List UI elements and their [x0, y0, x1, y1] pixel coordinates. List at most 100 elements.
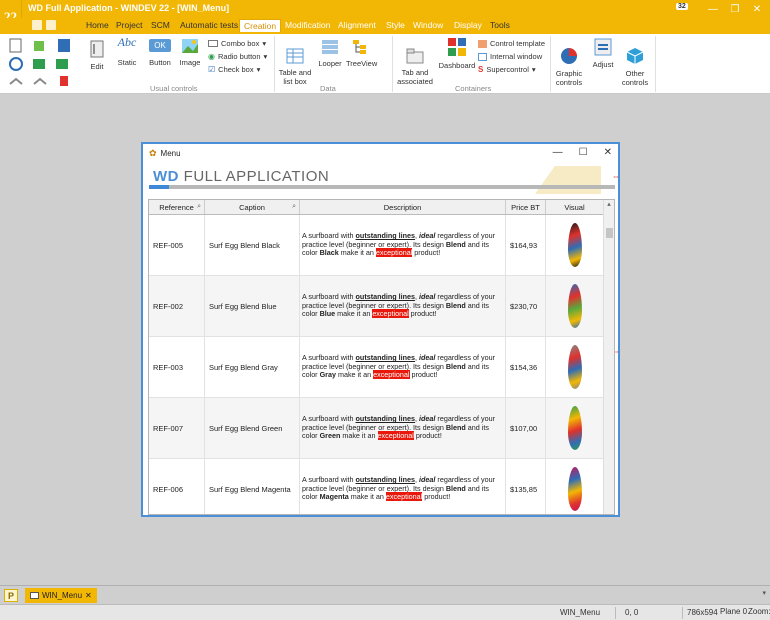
- close-icon[interactable]: ✕: [604, 147, 612, 158]
- col-caption[interactable]: Caption ⌕: [205, 200, 300, 214]
- window-menu-icon: ✿: [149, 148, 157, 158]
- new-icons[interactable]: [8, 38, 76, 88]
- status-window: WIN_Menu: [560, 608, 601, 617]
- check-box-button[interactable]: ☑ Check box ▾: [208, 65, 260, 74]
- restore-icon[interactable]: ❐: [724, 0, 746, 18]
- tab-automatic-tests[interactable]: Automatic tests: [180, 20, 238, 30]
- table-row[interactable]: REF-007 Surf Egg Blend Green A surfboard…: [149, 398, 604, 459]
- search-icon[interactable]: ⌕: [197, 203, 201, 211]
- desc-exceptional: exceptional: [377, 431, 414, 441]
- scroll-thumb[interactable]: [606, 228, 613, 238]
- desc-exceptional: exceptional: [385, 492, 423, 502]
- table-row[interactable]: REF-002 Surf Egg Blend Blue A surfboard …: [149, 276, 604, 337]
- dashboard-button[interactable]: Dashboard: [438, 37, 476, 70]
- col-price[interactable]: Price BT: [506, 200, 546, 214]
- desc-color: Black: [319, 248, 339, 258]
- tab-creation[interactable]: Creation: [239, 19, 282, 32]
- maximize-icon[interactable]: ☐: [579, 147, 588, 158]
- cell-caption: Surf Egg Blend Magenta: [205, 459, 300, 514]
- desc-text: product!: [413, 431, 442, 441]
- tab-project[interactable]: Project: [116, 20, 142, 30]
- looper-icon: [322, 40, 338, 54]
- treeview-button[interactable]: TreeView: [346, 39, 378, 68]
- table-listbox-button[interactable]: Table and list box: [278, 39, 312, 95]
- edit-button[interactable]: Edit: [86, 40, 108, 71]
- scroll-up-icon[interactable]: ▴: [604, 200, 614, 208]
- control-template-button[interactable]: Control template: [478, 39, 545, 48]
- tab-window[interactable]: Window: [413, 20, 443, 30]
- app-name: WD FULL APPLICATION: [153, 168, 329, 185]
- tab-display[interactable]: Display: [454, 20, 482, 30]
- tab-modification[interactable]: Modification: [285, 20, 330, 30]
- table-rows: REF-005 Surf Egg Blend Black A surfboard…: [149, 215, 604, 514]
- table-row[interactable]: REF-006 Surf Egg Blend Magenta A surfboa…: [149, 459, 604, 514]
- separator: [550, 36, 551, 92]
- desc-color: Blue: [319, 309, 336, 319]
- window-controls: — ❐ ✕: [702, 0, 768, 18]
- separator: [274, 36, 275, 92]
- table-scrollbar[interactable]: ▴: [603, 200, 614, 514]
- search-icon[interactable]: ⌕: [292, 203, 296, 211]
- status-bar: WIN_Menu 0, 0 786x594: [0, 604, 770, 620]
- save-icon[interactable]: [32, 20, 42, 30]
- desc-text: make it an: [340, 431, 378, 441]
- win-menu-window[interactable]: ✿ Menu — ☐ ✕ WD FULL APPLICATION ⇔ ⇔ ⇕ R…: [141, 142, 620, 517]
- other-controls-button[interactable]: Other controls: [620, 38, 650, 96]
- minimize-icon[interactable]: —: [702, 0, 724, 18]
- desc-text: make it an: [348, 492, 386, 502]
- internal-window-icon: [478, 52, 487, 61]
- cell-description: A surfboard with outstanding lines, idea…: [300, 337, 506, 397]
- doc-tab-win-menu[interactable]: WIN_Menu ✕: [25, 588, 97, 603]
- close-icon[interactable]: ✕: [746, 0, 768, 18]
- tab-alignment[interactable]: Alignment: [338, 20, 376, 30]
- project-icon[interactable]: P: [4, 589, 18, 602]
- adjust-button[interactable]: Adjust: [589, 38, 617, 69]
- surfboard-image: [567, 223, 582, 267]
- graphic-label: Graphic controls: [555, 69, 583, 87]
- static-button[interactable]: Abc Static: [114, 36, 140, 67]
- col-price-label: Price BT: [511, 202, 540, 212]
- col-visual-label: Visual: [564, 202, 585, 212]
- cube-icon: [626, 48, 644, 64]
- treeview-label: TreeView: [346, 59, 378, 68]
- tab-scm[interactable]: SCM: [151, 20, 170, 30]
- col-reference[interactable]: Reference ⌕: [149, 200, 205, 214]
- tab-associated-button[interactable]: Tab and associated: [396, 39, 434, 95]
- app-name-rest: FULL APPLICATION: [179, 168, 330, 185]
- group-label-data: Data: [320, 84, 336, 93]
- image-icon: [182, 39, 198, 53]
- looper-button[interactable]: Looper: [316, 39, 344, 68]
- tab-style[interactable]: Style: [386, 20, 405, 30]
- cell-description: A surfboard with outstanding lines, idea…: [300, 398, 506, 458]
- radio-button-button[interactable]: ◉ Radio button ▾: [208, 52, 267, 61]
- col-description[interactable]: Description: [300, 200, 506, 214]
- cell-caption: Surf Egg Blend Gray: [205, 337, 300, 397]
- dropdown-arrow-icon: ▾: [263, 52, 268, 61]
- table-row[interactable]: REF-003 Surf Egg Blend Gray A surfboard …: [149, 337, 604, 398]
- surfboard-image: [567, 284, 582, 328]
- cell-reference: REF-007: [149, 398, 205, 458]
- supercontrol-button[interactable]: S Supercontrol ▾: [478, 65, 536, 74]
- status-coords: 0, 0: [625, 608, 639, 617]
- product-table[interactable]: Reference ⌕ Caption ⌕ Description Price BT…: [148, 199, 615, 515]
- dropdown-arrow-icon[interactable]: ▾: [762, 589, 766, 597]
- minimize-icon[interactable]: —: [553, 147, 563, 158]
- desc-blend: Blend: [445, 422, 466, 432]
- close-tab-icon[interactable]: ✕: [85, 591, 92, 600]
- table-row[interactable]: REF-005 Surf Egg Blend Black A surfboard…: [149, 215, 604, 276]
- looper-label: Looper: [318, 59, 342, 68]
- grid-icon[interactable]: [46, 20, 56, 30]
- cell-description: A surfboard with outstanding lines, idea…: [300, 215, 506, 275]
- desc-text: product!: [408, 309, 437, 319]
- image-button[interactable]: Image: [178, 38, 202, 67]
- combo-box-button[interactable]: Combo box ▾: [208, 39, 266, 48]
- graphic-controls-button[interactable]: Graphic controls: [553, 38, 585, 96]
- tab-home[interactable]: Home: [86, 20, 109, 30]
- template-icon: [478, 39, 487, 48]
- button-button[interactable]: OK Button: [145, 39, 175, 67]
- col-visual[interactable]: Visual: [546, 200, 604, 214]
- quick-access: [32, 20, 56, 30]
- internal-window-button[interactable]: Internal window: [478, 52, 542, 61]
- tab-tools[interactable]: Tools: [490, 20, 510, 30]
- cell-visual: [546, 398, 604, 458]
